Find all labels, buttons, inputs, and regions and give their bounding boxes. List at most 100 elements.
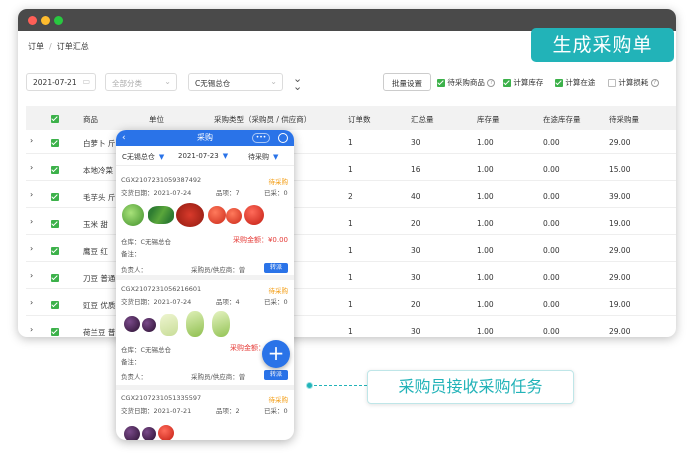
- row-checkbox[interactable]: [51, 273, 59, 282]
- cell-transit: 0.00: [543, 138, 560, 147]
- option-label: 计算库存: [513, 78, 544, 87]
- reassign-button[interactable]: 转派: [264, 370, 288, 380]
- card-owner: 负责人：: [121, 266, 147, 274]
- card-note: 备注：: [121, 358, 141, 366]
- reassign-button[interactable]: 转派: [264, 263, 288, 273]
- expand-row-icon[interactable]: ›: [30, 163, 33, 172]
- col-stock: 库存量: [477, 115, 500, 124]
- row-checkbox[interactable]: [51, 165, 59, 174]
- mobile-warehouse-filter[interactable]: C无锡总仓 ▼: [122, 152, 164, 162]
- add-button[interactable]: +: [262, 340, 290, 368]
- option-pending-products[interactable]: 待采购商品 ?: [437, 77, 496, 88]
- checkbox-checked[interactable]: [51, 247, 59, 255]
- cell-stock: 1.00: [477, 219, 494, 228]
- vegetable-image: [176, 203, 204, 227]
- option-label: 计算损耗: [618, 78, 649, 87]
- vegetable-image: [244, 205, 264, 225]
- cell-total: 20: [411, 219, 421, 228]
- back-icon[interactable]: ‹: [122, 130, 126, 146]
- warehouse-select[interactable]: C无锡总仓 ⌄: [188, 73, 283, 91]
- cell-order-count: 1: [348, 327, 353, 336]
- vegetable-image: [226, 208, 242, 224]
- expand-row-icon[interactable]: ›: [30, 136, 33, 145]
- chevron-down-icon: ⌄: [270, 77, 277, 86]
- select-all-checkbox[interactable]: [51, 114, 59, 123]
- cell-product: 白萝卜 斤: [83, 139, 116, 148]
- maximize-dot[interactable]: [54, 16, 63, 25]
- more-icon[interactable]: •••: [252, 133, 270, 143]
- help-icon[interactable]: ?: [487, 79, 496, 87]
- target-icon[interactable]: [278, 133, 288, 143]
- chevron-down-icon: ⌄: [164, 77, 171, 86]
- option-calc-stock[interactable]: 计算库存: [503, 77, 543, 88]
- checkbox-checked[interactable]: [51, 139, 59, 147]
- expand-row-icon[interactable]: ›: [30, 271, 33, 280]
- purchase-card[interactable]: CGX2107231056216601 待采购 交货日期：2021-07-24 …: [116, 280, 294, 390]
- card-kinds: 品项：7: [216, 189, 240, 197]
- caret-down-icon: ▼: [273, 153, 279, 161]
- card-warehouse: 仓库：C无锡总仓: [121, 346, 172, 354]
- card-date: 交货日期：2021-07-24: [121, 189, 192, 197]
- expand-row-icon[interactable]: ›: [30, 298, 33, 307]
- row-checkbox[interactable]: [51, 300, 59, 309]
- checkbox-checked[interactable]: [51, 328, 59, 336]
- expand-row-icon[interactable]: ›: [30, 244, 33, 253]
- checkbox-checked[interactable]: [51, 301, 59, 309]
- option-calc-loss[interactable]: 计算损耗 ?: [608, 77, 659, 88]
- purchase-card[interactable]: CGX2107231059387492 待采购 交货日期：2021-07-24 …: [116, 172, 294, 280]
- purchase-card[interactable]: CGX2107231051335597 待采购 交货日期：2021-07-21 …: [116, 390, 294, 440]
- checkbox-checked[interactable]: [51, 274, 59, 282]
- checkbox-checked[interactable]: [503, 79, 511, 87]
- card-status: 待采购: [268, 178, 289, 186]
- cell-transit: 0.00: [543, 192, 560, 201]
- connector-dot: [306, 382, 313, 389]
- expand-row-icon[interactable]: ›: [30, 190, 33, 199]
- cell-pending: 29.00: [609, 138, 631, 147]
- cell-product: 豇豆 优质: [83, 301, 116, 310]
- date-value: 2021-07-21: [33, 78, 77, 87]
- minimize-dot[interactable]: [41, 16, 50, 25]
- date-picker[interactable]: 2021-07-21 ▭: [26, 73, 96, 91]
- checkbox-unchecked[interactable]: [608, 79, 616, 87]
- col-total: 汇总量: [411, 115, 434, 124]
- card-order-id: CGX2107231059387492: [121, 176, 202, 184]
- option-calc-transit[interactable]: 计算在途: [555, 77, 595, 88]
- category-select[interactable]: 全部分类 ⌄: [105, 73, 177, 91]
- mobile-status-filter[interactable]: 待采购 ▼: [248, 152, 278, 162]
- checkbox-checked[interactable]: [437, 79, 445, 87]
- expand-row-icon[interactable]: ›: [30, 217, 33, 226]
- row-checkbox[interactable]: [51, 246, 59, 255]
- vegetable-image: [158, 425, 174, 440]
- breadcrumb-orders[interactable]: 订单: [28, 42, 44, 51]
- help-icon[interactable]: ?: [650, 79, 659, 87]
- col-transit: 在途库存量: [543, 115, 581, 124]
- batch-settings-button[interactable]: 批量设置: [383, 73, 431, 91]
- card-kinds: 品项：4: [216, 298, 240, 306]
- row-checkbox[interactable]: [51, 219, 59, 228]
- buyer-receives-task-label: 采购员接收采购任务: [367, 370, 574, 404]
- mobile-date-filter[interactable]: 2021-07-23 ▼: [178, 152, 228, 160]
- cell-total: 20: [411, 300, 421, 309]
- breadcrumb-separator: /: [49, 42, 52, 51]
- checkbox-checked[interactable]: [51, 193, 59, 201]
- expand-filters-icon[interactable]: ⌄ ⌄: [293, 73, 302, 92]
- col-product: 商品: [83, 115, 98, 124]
- checkbox-checked[interactable]: [51, 166, 59, 174]
- cell-transit: 0.00: [543, 219, 560, 228]
- category-placeholder: 全部分类: [112, 79, 142, 88]
- cell-pending: 39.00: [609, 192, 631, 201]
- card-order-id: CGX2107231051335597: [121, 394, 202, 402]
- cell-transit: 0.00: [543, 327, 560, 336]
- row-checkbox[interactable]: [51, 138, 59, 147]
- checkbox-checked[interactable]: [51, 115, 59, 123]
- checkbox-checked[interactable]: [555, 79, 563, 87]
- close-dot[interactable]: [28, 16, 37, 25]
- mobile-navbar: ‹ 采购 •••: [116, 130, 294, 146]
- row-checkbox[interactable]: [51, 192, 59, 201]
- card-bought: 已采：0: [264, 298, 288, 306]
- expand-row-icon[interactable]: ›: [30, 325, 33, 334]
- checkbox-checked[interactable]: [51, 220, 59, 228]
- cell-pending: 15.00: [609, 165, 631, 174]
- row-checkbox[interactable]: [51, 327, 59, 336]
- cell-total: 16: [411, 165, 421, 174]
